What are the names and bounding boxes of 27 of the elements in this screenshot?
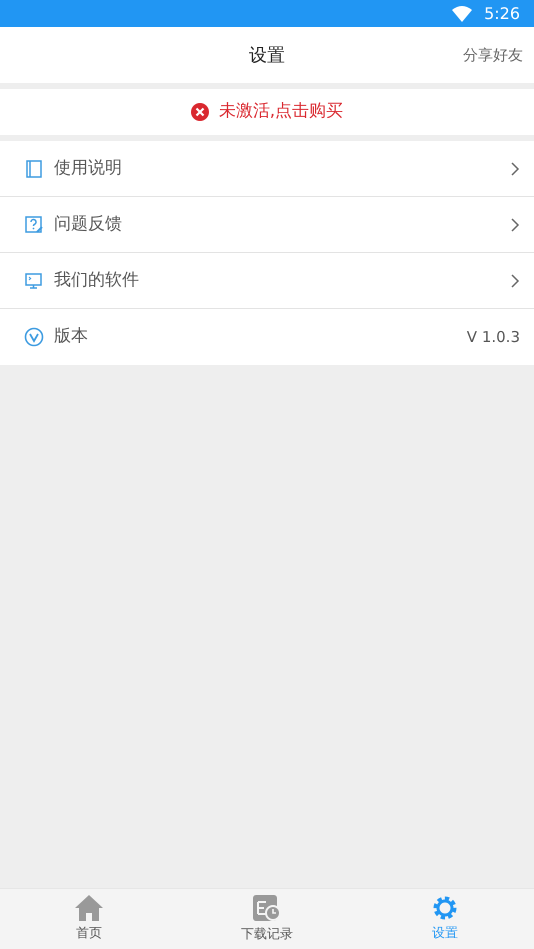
- version-number: V 1.0.3: [466, 326, 520, 348]
- monitor-icon: [25, 272, 43, 290]
- chevron-right-icon: [510, 272, 520, 288]
- home-icon: [74, 894, 104, 922]
- chevron-right-icon: [510, 216, 520, 232]
- chevron-right-icon: [510, 160, 520, 176]
- menu-item[interactable]: 我们的软件: [0, 253, 534, 309]
- menu-label: 使用说明: [54, 156, 123, 180]
- page-title: 设置: [249, 44, 285, 68]
- history-icon: [252, 893, 282, 924]
- menu-label: 版本: [54, 325, 89, 348]
- wifi-icon: [452, 6, 472, 22]
- menu-item[interactable]: 使用说明: [0, 141, 534, 197]
- gear-icon: [431, 894, 459, 922]
- error-icon: [190, 103, 209, 121]
- menu-item[interactable]: 问题反馈: [0, 197, 534, 253]
- menu-label: 问题反馈: [54, 212, 123, 236]
- menu-label: 我们的软件: [54, 268, 140, 292]
- activation-banner[interactable]: 未激活,点击购买: [0, 89, 534, 135]
- menu-item[interactable]: 版本 V 1.0.3: [0, 309, 534, 365]
- share-button[interactable]: 分享好友: [463, 44, 523, 66]
- tab[interactable]: 下载记录: [178, 889, 356, 949]
- question-icon: [25, 216, 43, 234]
- status-time: 5:26: [484, 2, 520, 24]
- document-icon: [26, 160, 42, 178]
- version-icon: [24, 327, 44, 347]
- tab[interactable]: 首页: [0, 889, 178, 949]
